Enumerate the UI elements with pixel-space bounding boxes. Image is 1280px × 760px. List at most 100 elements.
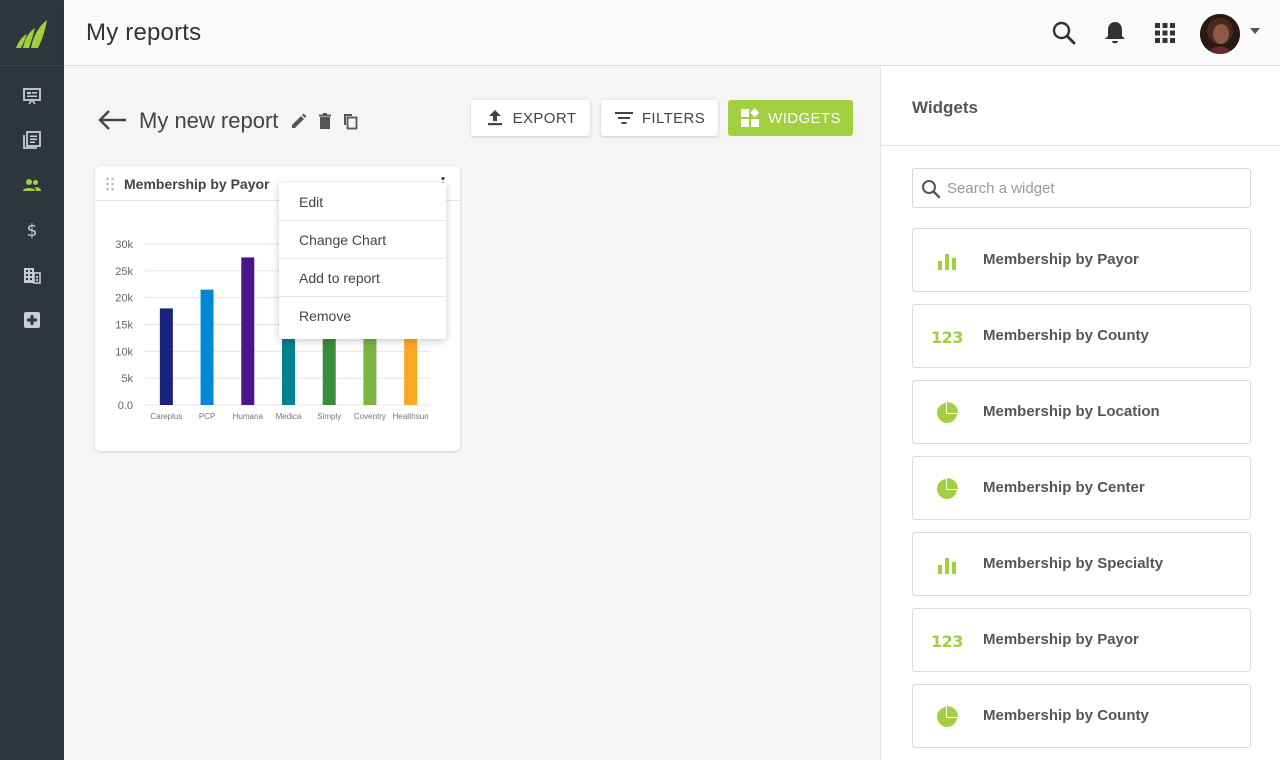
- menu-item-edit[interactable]: Edit: [279, 183, 446, 221]
- widget-list-item[interactable]: Membership by Specialty: [912, 532, 1251, 596]
- sidebar-item-reports[interactable]: [0, 120, 64, 160]
- widget-label: Membership by Payor: [983, 251, 1139, 268]
- x-tick-label: Simply: [317, 412, 341, 421]
- menu-item-change-chart[interactable]: Change Chart: [279, 221, 446, 259]
- sidebar-item-facilities[interactable]: [0, 255, 64, 295]
- widget-card-title: Membership by Payor: [124, 176, 270, 192]
- widgets-icon: [741, 108, 760, 127]
- widgets-button[interactable]: WIDGETS: [728, 100, 853, 136]
- number-icon-text: 123: [931, 327, 963, 347]
- top-bar: My reports: [64, 0, 1280, 66]
- x-tick-label: Healthsun: [393, 412, 429, 421]
- drag-handle-icon[interactable]: [105, 177, 115, 191]
- x-tick-label: Humana: [233, 412, 264, 421]
- filter-lines-icon: [614, 112, 633, 124]
- filters-label: FILTERS: [641, 109, 706, 127]
- delete-report-button[interactable]: [316, 112, 334, 130]
- export-button[interactable]: EXPORT: [471, 100, 590, 136]
- export-label: EXPORT: [512, 109, 577, 127]
- widget-label: Membership by Location: [983, 403, 1160, 420]
- pie-chart-icon: [935, 477, 959, 501]
- upload-icon: [487, 110, 502, 126]
- x-tick-label: Coventry: [354, 412, 386, 421]
- y-tick-label: 30k: [115, 239, 133, 251]
- number-icon: 123: [931, 325, 963, 349]
- x-tick-label: Medica: [276, 412, 302, 421]
- bell-icon: [1105, 22, 1125, 44]
- widget-list-item[interactable]: 123 Membership by County: [912, 304, 1251, 368]
- y-tick-label: 10k: [115, 346, 133, 358]
- bar[interactable]: [363, 337, 377, 405]
- page-title: My reports: [86, 19, 202, 46]
- user-avatar[interactable]: [1200, 14, 1240, 54]
- widget-list-item[interactable]: Membership by Center: [912, 456, 1251, 520]
- x-tick-label: PCP: [199, 412, 215, 421]
- duplicate-report-button[interactable]: [341, 112, 359, 130]
- search-icon: [1052, 21, 1076, 45]
- notifications-button[interactable]: [1102, 20, 1128, 46]
- bar[interactable]: [200, 289, 214, 405]
- widget-label: Membership by County: [983, 707, 1149, 724]
- menu-item-remove[interactable]: Remove: [279, 297, 446, 335]
- sidebar-item-billing[interactable]: $: [0, 210, 64, 250]
- bar[interactable]: [241, 257, 255, 405]
- bar[interactable]: [159, 308, 173, 405]
- back-button[interactable]: [96, 108, 128, 132]
- sidebar-item-dashboard[interactable]: [0, 76, 64, 116]
- pie-chart-icon: [935, 401, 959, 425]
- edit-title-button[interactable]: [290, 112, 308, 130]
- menu-item-add-to-report[interactable]: Add to report: [279, 259, 446, 297]
- y-tick-label: 25k: [115, 266, 133, 278]
- widget-label: Membership by County: [983, 327, 1149, 344]
- trash-icon: [319, 113, 331, 129]
- y-tick-label: 5k: [121, 373, 133, 385]
- filters-button[interactable]: FILTERS: [601, 100, 718, 136]
- svg-text:$: $: [27, 221, 38, 240]
- leaf-logo-icon: [16, 19, 47, 48]
- user-menu-caret-icon[interactable]: [1250, 28, 1260, 34]
- sidebar: $: [0, 0, 64, 760]
- main-content: My new report EXPORT FILTERS WIDGETS Mem…: [64, 66, 880, 760]
- widget-label: Membership by Specialty: [983, 555, 1164, 572]
- y-tick-label: 15k: [115, 320, 133, 332]
- widgets-label: WIDGETS: [768, 109, 841, 127]
- apps-button[interactable]: [1152, 20, 1178, 46]
- bar-chart-icon: [935, 553, 959, 577]
- widget-list-item[interactable]: Membership by Payor: [912, 228, 1251, 292]
- search-icon: [922, 180, 941, 199]
- widget-label: Membership by Payor: [983, 631, 1139, 648]
- y-tick-label: 0.0: [118, 400, 133, 412]
- widget-search[interactable]: [912, 168, 1251, 208]
- panel-title: Widgets: [912, 98, 978, 117]
- dollar-icon: $: [27, 221, 38, 240]
- widget-label: Membership by Center: [983, 479, 1145, 496]
- pie-chart-icon: [935, 705, 959, 729]
- sidebar-item-members[interactable]: [0, 165, 64, 205]
- arrow-left-icon: [98, 110, 126, 130]
- bar[interactable]: [404, 337, 418, 405]
- widget-context-menu: Edit Change Chart Add to report Remove: [279, 183, 446, 339]
- app-logo[interactable]: [0, 0, 64, 66]
- search-button[interactable]: [1051, 20, 1077, 46]
- apps-grid-icon: [1155, 23, 1175, 43]
- widget-list-item[interactable]: 123 Membership by Payor: [912, 608, 1251, 672]
- people-icon: [23, 179, 41, 191]
- widget-list-item[interactable]: Membership by Location: [912, 380, 1251, 444]
- pencil-icon: [292, 113, 307, 128]
- copy-icon: [344, 114, 358, 130]
- widget-search-input[interactable]: [947, 175, 1237, 201]
- medical-plus-icon: [24, 312, 40, 328]
- divider: [881, 145, 1280, 146]
- building-icon: [24, 268, 41, 284]
- number-icon: 123: [931, 629, 963, 653]
- documents-icon: [23, 131, 41, 149]
- presentation-icon: [23, 88, 41, 105]
- widgets-panel: Widgets Membership by Payor 123 Membersh…: [880, 66, 1280, 760]
- x-tick-label: Careplus: [150, 412, 182, 421]
- sidebar-item-medical[interactable]: [0, 300, 64, 340]
- user-photo-icon: [1200, 14, 1240, 54]
- report-title: My new report: [139, 108, 279, 133]
- number-icon-text: 123: [931, 631, 963, 651]
- widget-list-item[interactable]: Membership by County: [912, 684, 1251, 748]
- y-tick-label: 20k: [115, 293, 133, 305]
